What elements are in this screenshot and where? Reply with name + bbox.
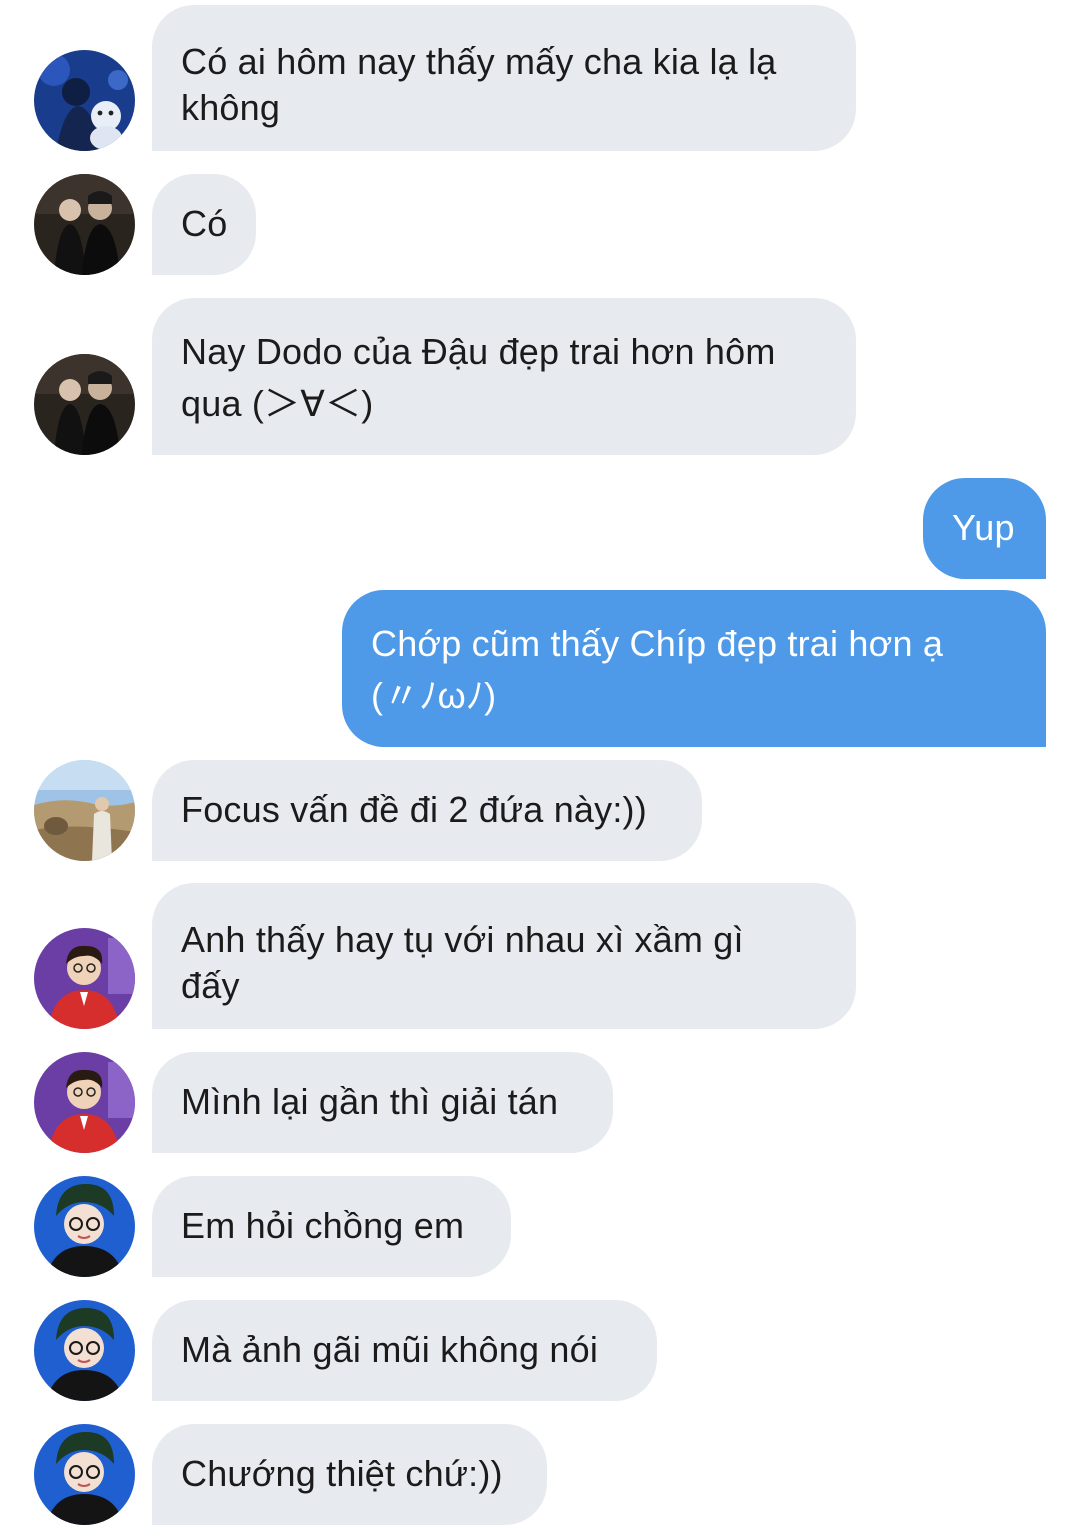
message-bubble-incoming[interactable]: Nay Dodo của Đậu đẹp trai hơn hôm qua (＞… [152,298,856,455]
message-bubble-incoming[interactable]: Anh thấy hay tụ với nhau xì xầm gì đấy [152,883,856,1029]
avatar-user-1[interactable] [34,50,135,151]
message-bubble-incoming[interactable]: Có [152,174,256,275]
avatar-user-2[interactable] [34,174,135,275]
avatar-user-4[interactable] [34,1052,135,1153]
avatar-user-2[interactable] [34,354,135,455]
message-bubble-outgoing[interactable]: Chớp cũm thấy Chíp đẹp trai hơn ạ (〃ﾉωﾉ) [342,590,1046,747]
avatar-user-3[interactable] [34,760,135,861]
message-bubble-incoming[interactable]: Mà ảnh gãi mũi không nói [152,1300,657,1401]
message-bubble-outgoing[interactable]: Yup [923,478,1046,579]
avatar-user-5[interactable] [34,1300,135,1401]
avatar-user-4[interactable] [34,928,135,1029]
message-bubble-incoming[interactable]: Có ai hôm nay thấy mấy cha kia lạ lạ khô… [152,5,856,151]
chat-thread: Có ai hôm nay thấy mấy cha kia lạ lạ khô… [0,0,1080,1528]
message-bubble-incoming[interactable]: Focus vấn đề đi 2 đứa này:)) [152,760,702,861]
avatar-user-5[interactable] [34,1424,135,1525]
message-bubble-incoming[interactable]: Em hỏi chồng em [152,1176,511,1277]
avatar-user-5[interactable] [34,1176,135,1277]
message-bubble-incoming[interactable]: Mình lại gần thì giải tán [152,1052,613,1153]
message-bubble-incoming[interactable]: Chướng thiệt chứ:)) [152,1424,547,1525]
